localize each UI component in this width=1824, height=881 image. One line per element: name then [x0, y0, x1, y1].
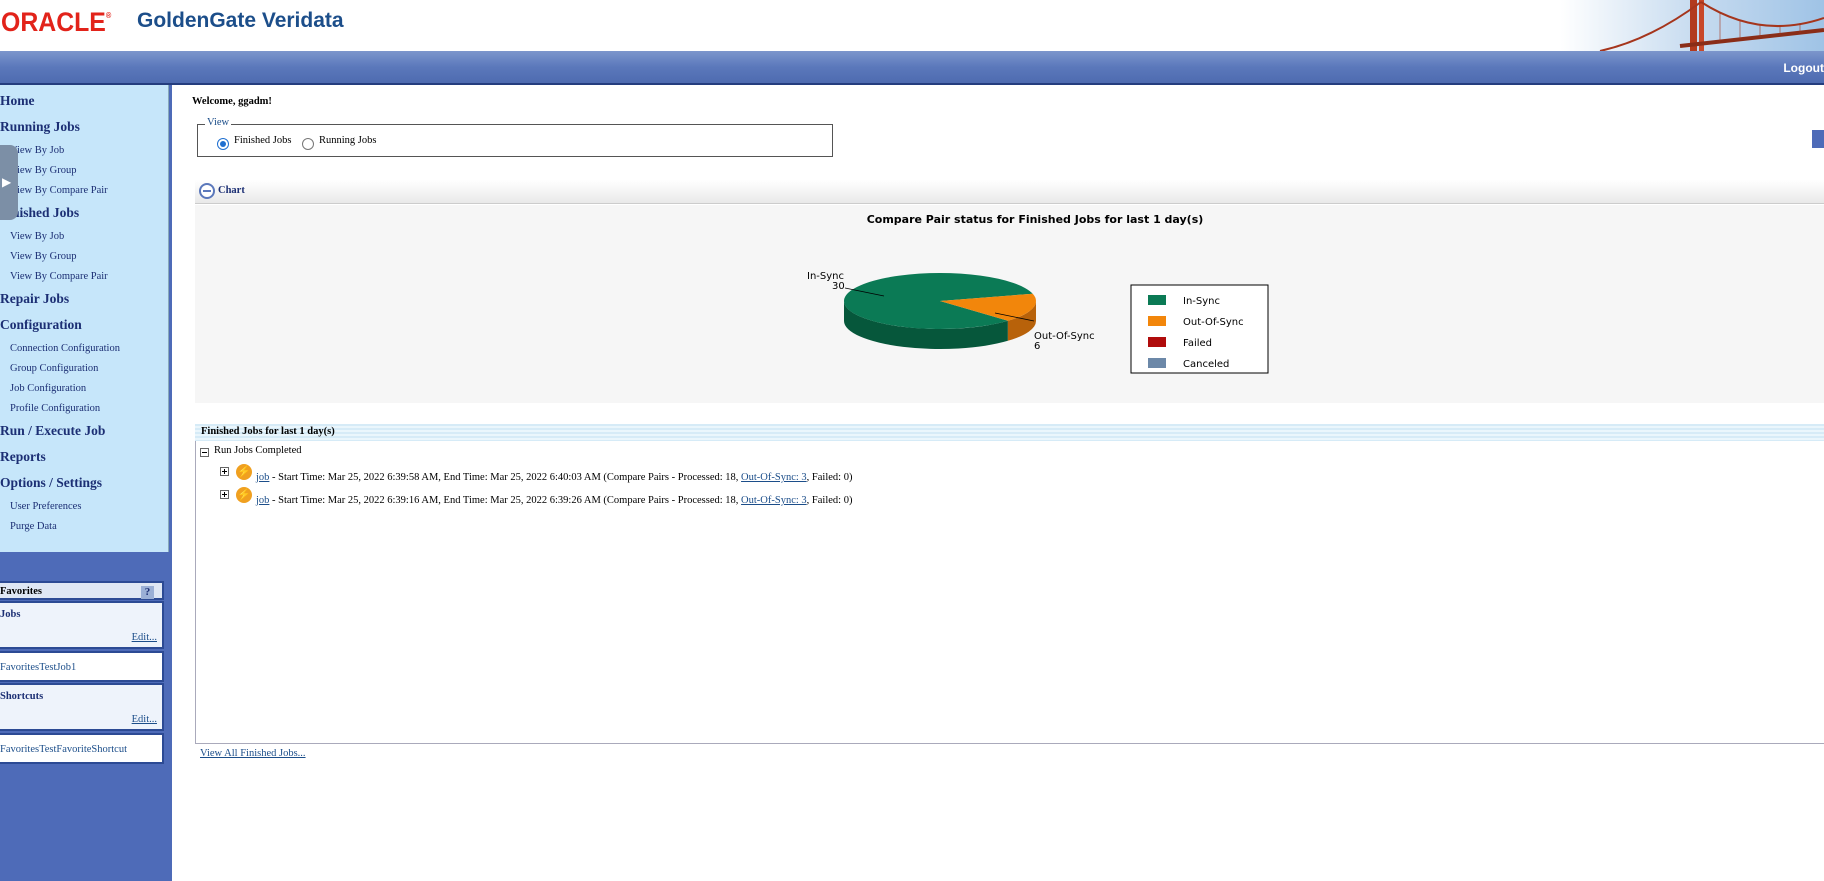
finished-jobs-header: [195, 424, 1824, 441]
job-status-icon: ⚡: [236, 487, 252, 503]
nav-configuration[interactable]: Configuration: [0, 317, 82, 333]
nav-running-view-by-job[interactable]: View By Job: [10, 145, 64, 156]
oracle-logo: ORACLE®: [1, 7, 112, 37]
favorites-jobs-label: Jobs: [0, 609, 21, 620]
favorites-shortcuts-edit-link[interactable]: Edit...: [132, 714, 157, 725]
nav-connection-configuration[interactable]: Connection Configuration: [10, 343, 120, 354]
help-icon[interactable]: ?: [141, 586, 154, 599]
logout-link[interactable]: Logout: [1783, 61, 1824, 75]
header: ORACLE® GoldenGate Veridata: [0, 0, 1824, 51]
job-details: - Start Time: Mar 25, 2022 6:39:16 AM, E…: [269, 495, 742, 506]
nav-profile-configuration[interactable]: Profile Configuration: [10, 403, 100, 414]
out-of-sync-link[interactable]: Out-Of-Sync: 3: [741, 495, 807, 506]
favorite-job-item[interactable]: FavoritesTestJob1: [0, 662, 76, 673]
tree-root-label: Run Jobs Completed: [214, 445, 302, 456]
nav-running-jobs[interactable]: Running Jobs: [0, 119, 80, 135]
favorite-shortcut-item[interactable]: FavoritesTestFavoriteShortcut: [0, 744, 127, 755]
finished-jobs-radio[interactable]: [217, 138, 229, 150]
nav-home[interactable]: Home: [0, 93, 35, 109]
chart-area: [195, 205, 1824, 403]
edge-button[interactable]: [1812, 130, 1824, 148]
favorites-shortcuts-box: Shortcuts Edit...: [0, 683, 164, 731]
finished-jobs-radio-label[interactable]: Finished Jobs: [234, 135, 291, 146]
job-details-tail: , Failed: 0): [806, 495, 853, 506]
favorites-shortcuts-list: FavoritesTestFavoriteShortcut: [0, 733, 164, 764]
favorites-jobs-list: FavoritesTestJob1: [0, 651, 164, 682]
chart-title: Compare Pair status for Finished Jobs fo…: [866, 213, 1204, 226]
nav-group-configuration[interactable]: Group Configuration: [10, 363, 98, 374]
job-link[interactable]: job: [256, 495, 269, 506]
view-all-finished-jobs-link[interactable]: View All Finished Jobs...: [200, 748, 306, 759]
top-bar: [0, 51, 1824, 85]
view-legend: View: [205, 117, 232, 128]
favorites-header: Favorites ?: [0, 581, 164, 600]
nav-repair-jobs[interactable]: Repair Jobs: [0, 291, 69, 307]
collapse-sidebar-handle[interactable]: ▶: [0, 145, 18, 220]
nav-run-execute-job[interactable]: Run / Execute Job: [0, 423, 105, 439]
golden-gate-bridge-image: [1560, 0, 1824, 51]
favorites-jobs-box: Jobs Edit...: [0, 601, 164, 649]
finished-jobs-title: Finished Jobs for last 1 day(s): [201, 426, 335, 437]
running-jobs-radio-label[interactable]: Running Jobs: [319, 135, 376, 146]
job-details: - Start Time: Mar 25, 2022 6:39:58 AM, E…: [269, 472, 742, 483]
nav-options-settings[interactable]: Options / Settings: [0, 475, 102, 491]
job-details-tail: , Failed: 0): [806, 472, 853, 483]
out-of-sync-link[interactable]: Out-Of-Sync: 3: [741, 472, 807, 483]
running-jobs-radio[interactable]: [302, 138, 314, 150]
nav-finished-view-by-job[interactable]: View By Job: [10, 231, 64, 242]
expand-job-icon[interactable]: [220, 467, 229, 476]
job-row: job - Start Time: Mar 25, 2022 6:39:16 A…: [256, 495, 852, 506]
nav-finished-view-by-compare-pair[interactable]: View By Compare Pair: [10, 271, 108, 282]
expand-job-icon[interactable]: [220, 490, 229, 499]
product-name: GoldenGate Veridata: [137, 9, 344, 32]
favorites-title: Favorites: [0, 586, 42, 597]
chart-section-header: [195, 180, 1824, 204]
view-selector: [197, 124, 833, 157]
nav-reports[interactable]: Reports: [0, 449, 46, 465]
job-status-icon: ⚡: [236, 464, 252, 480]
collapse-tree-icon[interactable]: [200, 448, 209, 457]
collapse-chart-icon[interactable]: [199, 183, 215, 199]
job-row: job - Start Time: Mar 25, 2022 6:39:58 A…: [256, 472, 852, 483]
nav-purge-data[interactable]: Purge Data: [10, 521, 57, 532]
nav-job-configuration[interactable]: Job Configuration: [10, 383, 86, 394]
expand-arrow-icon: ▶: [2, 175, 12, 189]
favorites-shortcuts-label: Shortcuts: [0, 691, 44, 702]
welcome-message: Welcome, ggadm!: [192, 96, 272, 107]
nav-finished-view-by-group[interactable]: View By Group: [10, 251, 76, 262]
favorites-jobs-edit-link[interactable]: Edit...: [132, 632, 157, 643]
nav-running-view-by-group[interactable]: View By Group: [10, 165, 76, 176]
nav-user-preferences[interactable]: User Preferences: [10, 501, 81, 512]
nav-running-view-by-compare-pair[interactable]: View By Compare Pair: [10, 185, 108, 196]
chart-section-label[interactable]: Chart: [218, 185, 245, 196]
job-link[interactable]: job: [256, 472, 269, 483]
